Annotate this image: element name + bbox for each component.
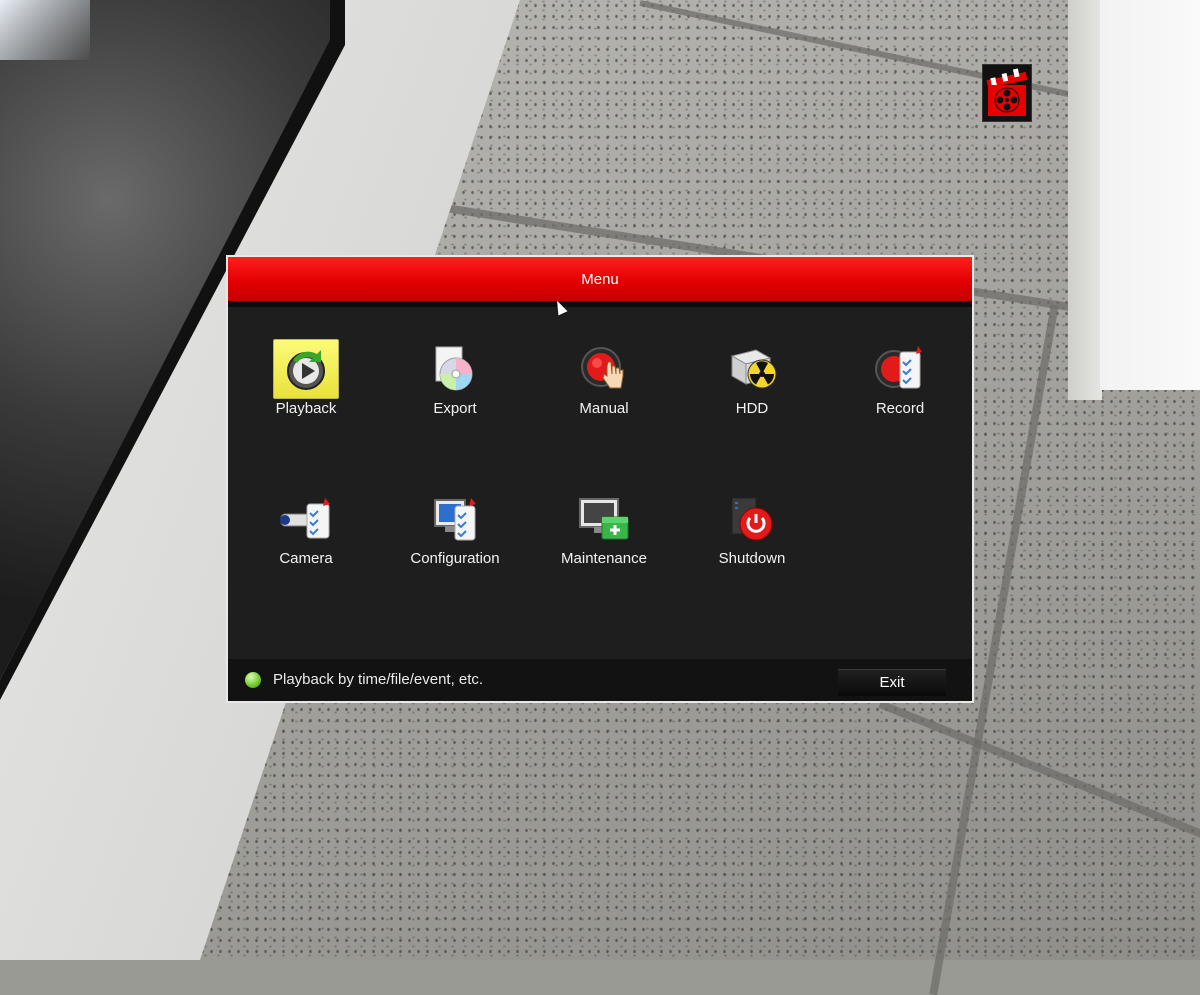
hint-text: Playback by time/file/event, etc.	[273, 671, 484, 688]
record-icon	[867, 339, 933, 399]
manual-hand-icon	[571, 339, 637, 399]
recording-film-icon	[982, 64, 1032, 122]
configuration-icon	[422, 489, 488, 549]
menu-item-label: Playback	[275, 400, 337, 417]
pillar	[1068, 0, 1102, 400]
menu-item-label: Camera	[279, 550, 333, 567]
maintenance-icon	[571, 489, 637, 549]
shutdown-icon	[719, 489, 785, 549]
menu-item-export[interactable]: Export	[381, 309, 529, 419]
menu-window: Menu Playback Export Manual HDD Record C…	[226, 255, 974, 703]
menu-item-record[interactable]: Record	[826, 309, 974, 419]
menu-item-label: Record	[875, 400, 925, 417]
hdd-icon	[719, 339, 785, 399]
menu-item-label: Export	[433, 400, 477, 417]
menu-item-shutdown[interactable]: Shutdown	[678, 459, 826, 569]
menu-item-manual[interactable]: Manual	[530, 309, 678, 419]
menu-item-maintenance[interactable]: Maintenance	[530, 459, 678, 569]
export-disc-icon	[422, 339, 488, 399]
menu-item-label: HDD	[735, 400, 769, 417]
right-wall	[1100, 0, 1200, 390]
menu-item-configuration[interactable]: Configuration	[381, 459, 529, 569]
menu-title: Menu	[581, 270, 619, 288]
menu-item-label: Shutdown	[718, 550, 786, 567]
menu-item-label: Manual	[579, 400, 629, 417]
menu-item-label: Maintenance	[561, 550, 647, 567]
menu-titlebar: Menu	[228, 257, 972, 307]
menu-grid: Playback Export Manual HDD Record Camera…	[228, 309, 972, 649]
menu-footer: Playback by time/file/event, etc. Exit	[228, 659, 972, 701]
menu-item-hdd[interactable]: HDD	[678, 309, 826, 419]
camera-icon	[273, 489, 339, 549]
menu-item-playback[interactable]: Playback	[232, 309, 380, 419]
menu-item-camera[interactable]: Camera	[232, 459, 380, 569]
monitor-glare	[0, 0, 90, 60]
status-dot-icon	[245, 672, 261, 688]
playback-icon	[273, 339, 339, 399]
menu-item-label: Configuration	[410, 550, 500, 567]
exit-button[interactable]: Exit	[838, 669, 946, 696]
